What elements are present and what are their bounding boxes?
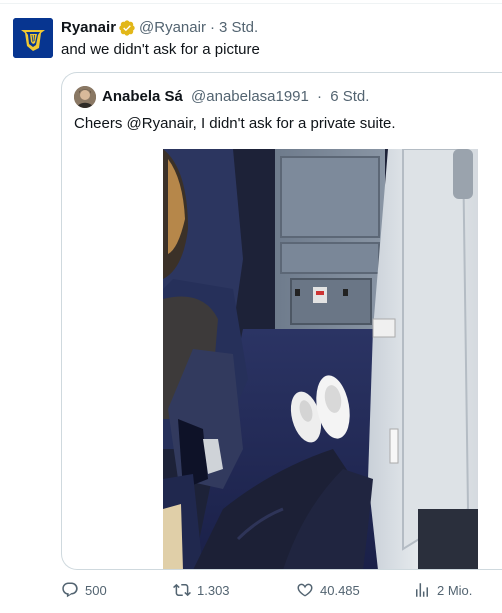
quoted-tweet-text: Cheers @Ryanair, I didn't ask for a priv…	[74, 115, 396, 132]
quoted-tweet-timestamp[interactable]: 6 Std.	[330, 88, 369, 105]
quoted-author-handle[interactable]: @anabelasa1991	[191, 88, 309, 105]
like-button[interactable]: 40.485	[296, 581, 360, 599]
author-handle[interactable]: @Ryanair	[139, 18, 206, 38]
reply-count: 500	[85, 582, 107, 598]
tweet-action-bar: 500 1.303 40.485 2 Mio.	[61, 581, 481, 603]
quoted-tweet-photo[interactable]	[163, 149, 478, 569]
views-button[interactable]: 2 Mio.	[413, 581, 472, 599]
profile-photo-icon	[74, 86, 96, 108]
airplane-cabin-photo	[163, 149, 478, 569]
separator-dot: ·	[209, 19, 215, 36]
repost-count: 1.303	[197, 582, 230, 598]
quoted-tweet-header: Anabela Sá @anabelasa1991 · 6 Std.	[102, 86, 369, 108]
heart-icon	[297, 583, 313, 597]
views-count: 2 Mio.	[437, 582, 473, 598]
quoted-author-name[interactable]: Anabela Sá	[102, 88, 183, 105]
repost-icon	[173, 583, 191, 597]
tweet-timestamp[interactable]: 3 Std.	[219, 18, 258, 38]
top-divider	[0, 3, 502, 4]
quoted-tweet-card[interactable]: Anabela Sá @anabelasa1991 · 6 Std. Cheer…	[61, 72, 502, 570]
separator-dot: ·	[317, 88, 323, 105]
quoted-author-avatar[interactable]	[74, 86, 96, 108]
reply-icon	[62, 582, 78, 598]
reply-button[interactable]: 500	[61, 581, 107, 599]
ryanair-avatar[interactable]	[13, 18, 53, 58]
tweet-header: Ryanair @Ryanair · 3 Std.	[61, 18, 258, 38]
ryanair-harp-logo-icon	[13, 18, 53, 58]
repost-button[interactable]: 1.303	[173, 581, 230, 599]
gold-verified-badge-icon[interactable]	[118, 19, 136, 37]
like-count: 40.485	[320, 582, 360, 598]
tweet-text: and we didn't ask for a picture	[61, 41, 260, 58]
views-bar-chart-icon	[416, 583, 428, 597]
author-name[interactable]: Ryanair	[61, 18, 116, 38]
